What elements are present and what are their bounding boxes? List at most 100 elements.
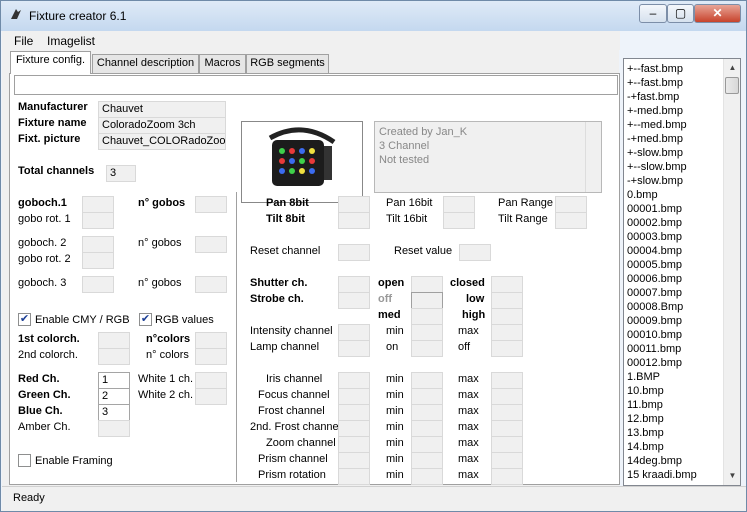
tab-fixture-config[interactable]: Fixture config. (10, 51, 91, 74)
minimize-button[interactable]: – (639, 4, 667, 23)
goboch3-field[interactable] (82, 276, 114, 293)
ncolors1-field[interactable] (195, 332, 227, 349)
prism-rotation-field[interactable] (338, 468, 370, 485)
zoom-channel-max-field[interactable] (491, 436, 523, 453)
imagelist-item[interactable]: -+fast.bmp (627, 90, 725, 104)
imagelist-item[interactable]: +--fast.bmp (627, 62, 725, 76)
prism-channel-max-field[interactable] (491, 452, 523, 469)
imagelist-item[interactable]: 00010.bmp (627, 328, 725, 342)
imagelist-item[interactable]: 00011.bmp (627, 342, 725, 356)
maximize-button[interactable]: ▢ (667, 4, 694, 23)
tab-macros[interactable]: Macros (199, 54, 246, 73)
prism-rotation-min-field[interactable] (411, 468, 443, 485)
tilt8-field[interactable] (338, 212, 370, 229)
med-field[interactable] (411, 308, 443, 325)
2nd-frost-channel-max-field[interactable] (491, 420, 523, 437)
tab-rgb-segments[interactable]: RGB segments (246, 54, 329, 73)
lamp-off-field[interactable] (491, 340, 523, 357)
blue-ch-field[interactable]: 3 (98, 404, 130, 421)
focus-channel-field[interactable] (338, 388, 370, 405)
reset-channel-field[interactable] (338, 244, 370, 261)
enable-framing-checkbox[interactable] (18, 454, 31, 467)
lamp-on-field[interactable] (411, 340, 443, 357)
frost-channel-field[interactable] (338, 404, 370, 421)
pan8-field[interactable] (338, 196, 370, 213)
imagelist-item[interactable]: +--med.bmp (627, 118, 725, 132)
high-field[interactable] (491, 308, 523, 325)
imagelist-item[interactable]: 13.bmp (627, 426, 725, 440)
colorch1-field[interactable] (98, 332, 130, 349)
imagelist-item[interactable]: 00002.bmp (627, 216, 725, 230)
prism-channel-field[interactable] (338, 452, 370, 469)
total-channels-field[interactable]: 3 (106, 165, 136, 182)
imagelist-item[interactable]: 14deg.bmp (627, 454, 725, 468)
iris-channel-field[interactable] (338, 372, 370, 389)
white1-field[interactable] (195, 372, 227, 389)
notes-memo[interactable]: Created by Jan_K 3 Channel Not tested (374, 121, 602, 193)
green-ch-field[interactable]: 2 (98, 388, 130, 405)
imagelist-item[interactable]: +--slow.bmp (627, 160, 725, 174)
red-ch-field[interactable]: 1 (98, 372, 130, 389)
fixture-picture-field[interactable]: Chauvet_COLORadoZoom (98, 133, 226, 150)
imagelist-item[interactable]: 0.bmp (627, 188, 725, 202)
iris-channel-max-field[interactable] (491, 372, 523, 389)
2nd-frost-channel-min-field[interactable] (411, 420, 443, 437)
tilt16-field[interactable] (443, 212, 475, 229)
memo-scrollbar[interactable] (585, 122, 601, 192)
imagelist-item[interactable]: 00001.bmp (627, 202, 725, 216)
fixture-picture[interactable] (241, 121, 363, 203)
rgb-values-checkbox[interactable]: ✔ (139, 313, 152, 326)
imagelist-item[interactable]: 14.bmp (627, 440, 725, 454)
manufacturer-field[interactable]: Chauvet (98, 101, 226, 118)
gobo-rot1-field[interactable] (82, 212, 114, 229)
open-field[interactable] (411, 276, 443, 293)
zoom-channel-min-field[interactable] (411, 436, 443, 453)
frost-channel-max-field[interactable] (491, 404, 523, 421)
imagelist-item[interactable]: +--fast.bmp (627, 76, 725, 90)
goboch1-field[interactable] (82, 196, 114, 213)
lamp-field[interactable] (338, 340, 370, 357)
imagelist-item[interactable]: 11.bmp (627, 398, 725, 412)
imagelist-item[interactable]: 15 kraadi.bmp (627, 468, 725, 482)
imagelist-item[interactable]: 00009.bmp (627, 314, 725, 328)
imagelist-scrollbar[interactable]: ▲ ▼ (723, 59, 740, 485)
imagelist-item[interactable]: 00004.bmp (627, 244, 725, 258)
iris-channel-min-field[interactable] (411, 372, 443, 389)
imagelist-item[interactable]: 10.bmp (627, 384, 725, 398)
imagelist-item[interactable]: 00003.bmp (627, 230, 725, 244)
reset-value-field[interactable] (459, 244, 491, 261)
tab-channel-description[interactable]: Channel description (92, 54, 199, 73)
imagelist-item[interactable]: -+med.bmp (627, 132, 725, 146)
prism-channel-min-field[interactable] (411, 452, 443, 469)
imagelist-item[interactable]: +-med.bmp (627, 104, 725, 118)
imagelist-item[interactable]: 00007.bmp (627, 286, 725, 300)
intensity-min-field[interactable] (411, 324, 443, 341)
imagelist-item[interactable]: 00005.bmp (627, 258, 725, 272)
imagelist-box[interactable]: +--fast.bmp +--fast.bmp -+fast.bmp +-med.bm… (623, 58, 741, 486)
imagelist-item[interactable]: 1.BMP (627, 370, 725, 384)
menu-imagelist[interactable]: Imagelist (47, 34, 95, 48)
shutter-field[interactable] (338, 276, 370, 293)
imagelist-item[interactable]: +-slow.bmp (627, 146, 725, 160)
zoom-channel-field[interactable] (338, 436, 370, 453)
focus-channel-max-field[interactable] (491, 388, 523, 405)
scroll-up-icon[interactable]: ▲ (725, 60, 740, 76)
frost-channel-min-field[interactable] (411, 404, 443, 421)
ncolors2-field[interactable] (195, 348, 227, 365)
note-field[interactable] (14, 75, 618, 95)
pan16-field[interactable] (443, 196, 475, 213)
goboch2-field[interactable] (82, 236, 114, 253)
imagelist-item[interactable]: 12.bmp (627, 412, 725, 426)
imagelist-item[interactable]: 00006.bmp (627, 272, 725, 286)
off-field[interactable] (411, 292, 443, 309)
title-bar[interactable]: Fixture creator 6.1 – ▢ ✕ (1, 1, 746, 31)
close-button[interactable]: ✕ (694, 4, 741, 23)
scroll-thumb[interactable] (725, 77, 739, 94)
gobo-rot2-field[interactable] (82, 252, 114, 269)
fixture-name-field[interactable]: ColoradoZoom 3ch (98, 117, 226, 134)
colorch2-field[interactable] (98, 348, 130, 365)
strobe-field[interactable] (338, 292, 370, 309)
closed-field[interactable] (491, 276, 523, 293)
amber-ch-field[interactable] (98, 420, 130, 437)
ngobos2-field[interactable] (195, 236, 227, 253)
